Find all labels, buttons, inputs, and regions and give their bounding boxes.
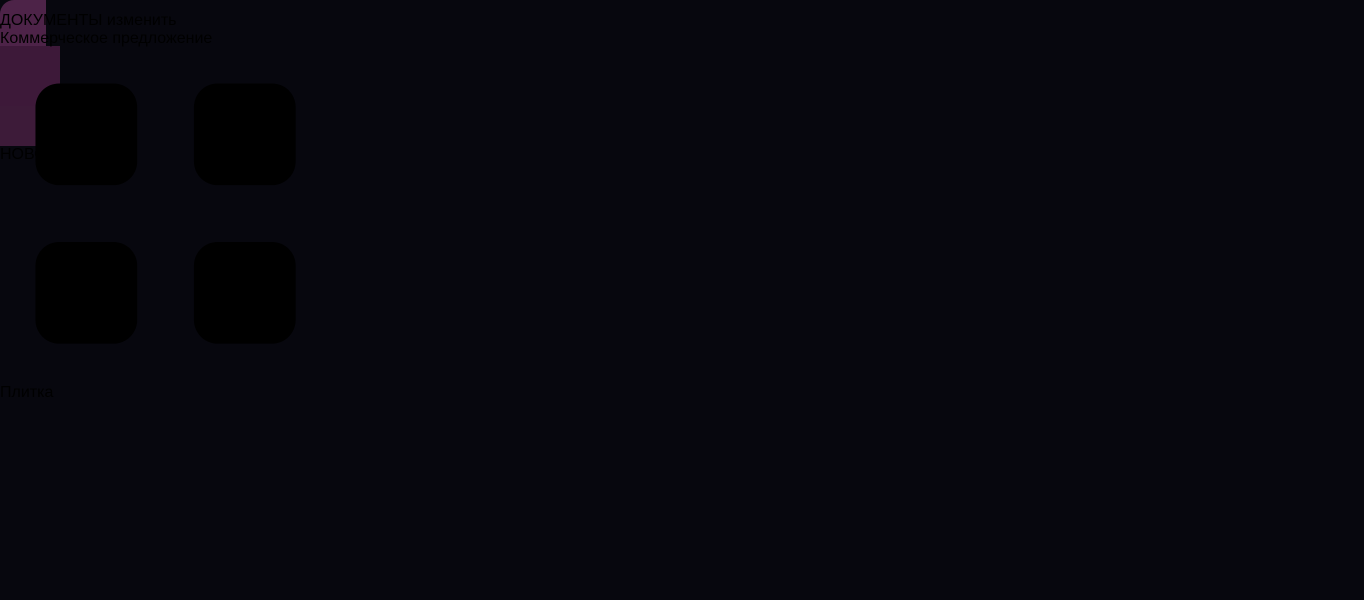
view-toggle-row: Плитка Список По ширине: [0, 48, 331, 600]
edit-section-button[interactable]: изменить: [107, 12, 177, 29]
view-tile-button[interactable]: Плитка: [0, 83, 331, 402]
list-icon: [35, 484, 296, 568]
grid-icon: [35, 83, 296, 344]
view-tile-label: Плитка: [0, 384, 54, 402]
section-title: ДОКУМЕНТЫ: [0, 12, 103, 29]
app-window: НОВОЕ 2 1 91: [0, 0, 1364, 600]
field-label: Коммерческое предложение: [0, 30, 213, 47]
section-header: ДОКУМЕНТЫ изменить: [0, 12, 331, 30]
documents-section: ДОКУМЕНТЫ изменить Коммерческое предложе…: [0, 12, 331, 568]
